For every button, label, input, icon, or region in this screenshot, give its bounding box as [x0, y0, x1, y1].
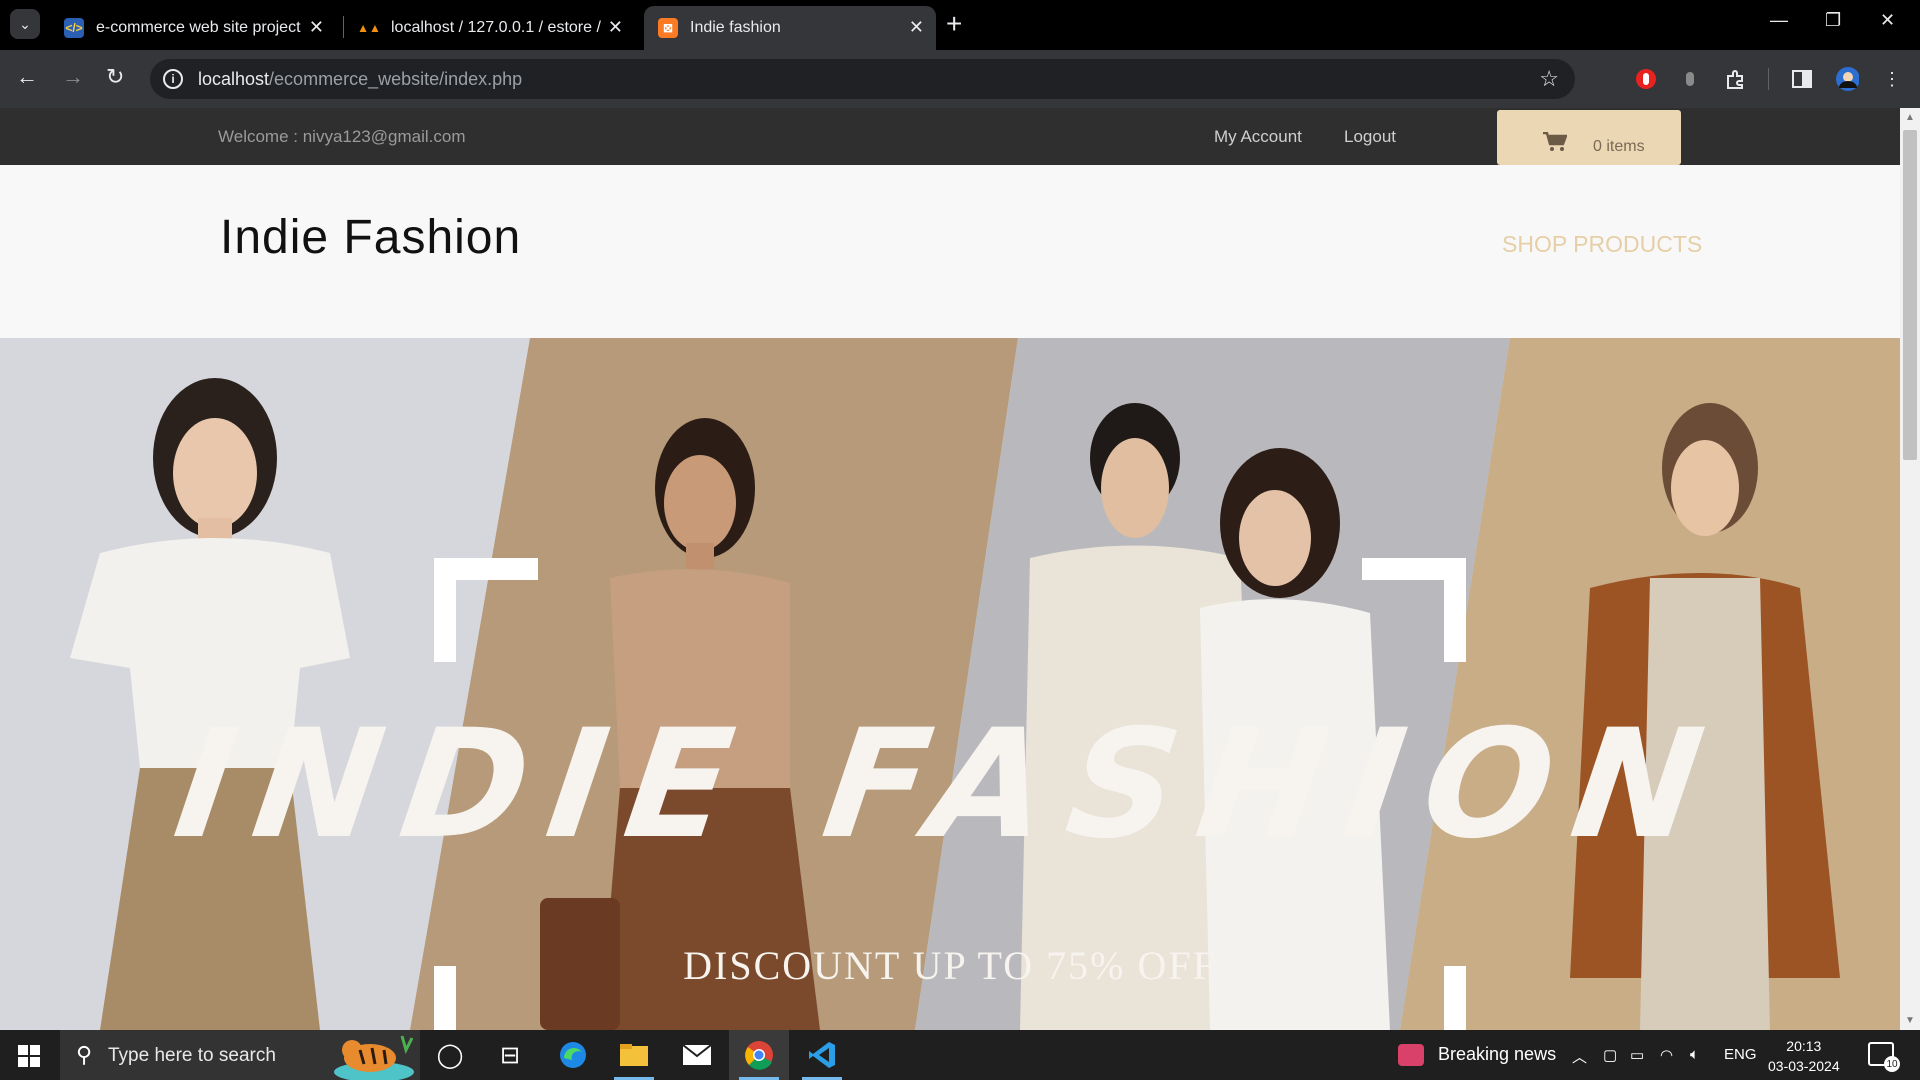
site-logo[interactable]: Indie Fashion	[220, 210, 521, 265]
file-code-icon: </>	[64, 18, 84, 38]
file-explorer-icon[interactable]	[604, 1030, 664, 1080]
tab-separator	[343, 16, 344, 38]
hero-banner: INDIE FASHION DISCOUNT UP TO 75% OFF	[0, 338, 1900, 1030]
logout-link[interactable]: Logout	[1344, 127, 1396, 147]
show-hidden-icons-chevron-icon[interactable]: ︿	[1572, 1046, 1587, 1067]
wifi-icon[interactable]: ◠	[1660, 1046, 1673, 1064]
new-tab-icon[interactable]: +	[946, 10, 962, 38]
clock-time: 20:13	[1786, 1038, 1822, 1054]
extension-red-hand-icon[interactable]	[1634, 67, 1658, 91]
news-widget-text[interactable]: Breaking news	[1438, 1044, 1556, 1065]
meet-now-icon[interactable]: ▢	[1603, 1046, 1617, 1064]
vscode-icon[interactable]	[792, 1030, 852, 1080]
extension-gray-icon[interactable]	[1678, 67, 1702, 91]
profile-avatar[interactable]	[1835, 67, 1859, 91]
tab-title: e-commerce web site project | F	[96, 19, 306, 36]
my-account-link[interactable]: My Account	[1214, 127, 1302, 147]
chrome-icon[interactable]	[729, 1030, 789, 1080]
bookmark-star-icon[interactable]: ☆	[1539, 66, 1559, 92]
search-placeholder: Type here to search	[108, 1045, 276, 1066]
reload-icon[interactable]: ↻	[106, 64, 124, 90]
hero-subtitle: DISCOUNT UP TO 75% OFF	[683, 943, 1217, 988]
mail-icon[interactable]	[667, 1030, 727, 1080]
toolbar-divider	[1768, 68, 1769, 90]
browser-tab-3[interactable]: ⊠ Indie fashion ✕	[644, 6, 936, 50]
volume-icon[interactable]: 🔈︎	[1690, 1046, 1699, 1063]
language-indicator[interactable]: ENG	[1724, 1046, 1757, 1063]
back-icon[interactable]: ←	[16, 64, 38, 90]
address-bar[interactable]: i localhost/ecommerce_website/index.php …	[150, 59, 1575, 99]
browser-tab-2[interactable]: ▲▲ localhost / 127.0.0.1 / estore / c ✕	[345, 6, 635, 50]
tab-search-chevron-icon[interactable]: ⌄	[10, 9, 40, 39]
browser-tab-bar: ⌄ </> e-commerce web site project | F ✕ …	[0, 0, 1920, 50]
scroll-up-arrow-icon[interactable]: ▲	[1905, 112, 1915, 123]
page-scrollbar[interactable]: ▲ ▼	[1900, 108, 1920, 1030]
close-tab-icon[interactable]: ✕	[909, 17, 924, 38]
cart-item-count: 0 items	[1593, 138, 1645, 155]
battery-icon[interactable]: ▭	[1630, 1046, 1644, 1064]
search-icon: ⚲	[76, 1042, 93, 1067]
close-tab-icon[interactable]: ✕	[608, 17, 623, 38]
news-widget-icon[interactable]	[1398, 1044, 1424, 1066]
windows-start-icon[interactable]	[18, 1045, 40, 1067]
edge-browser-icon[interactable]	[543, 1030, 603, 1080]
search-highlight-tiger-icon[interactable]	[330, 1032, 418, 1080]
frame-corner-top-right	[1444, 558, 1466, 662]
cart-icon	[1543, 132, 1567, 151]
task-view-icon[interactable]: ⊟	[480, 1030, 540, 1080]
web-page: Welcome : nivya123@gmail.com My Account …	[0, 108, 1900, 1030]
frame-corner-top-left	[434, 558, 456, 662]
clock-date: 03-03-2024	[1768, 1058, 1840, 1074]
tab-title: localhost / 127.0.0.1 / estore / c	[391, 19, 601, 36]
extensions-puzzle-icon[interactable]	[1724, 67, 1748, 91]
side-panel-icon[interactable]	[1790, 67, 1814, 91]
phpmyadmin-icon: ▲▲	[357, 21, 381, 35]
taskbar-clock[interactable]: 20:13 03-03-2024	[1768, 1036, 1840, 1076]
notification-count: 10	[1884, 1056, 1900, 1072]
url-text: localhost/ecommerce_website/index.php	[198, 68, 523, 89]
close-window-icon[interactable]: ✕	[1880, 10, 1895, 31]
site-info-icon[interactable]: i	[163, 69, 183, 89]
xampp-icon: ⊠	[658, 18, 678, 38]
cortana-icon[interactable]: ◯	[420, 1030, 480, 1080]
restore-icon[interactable]: ❐	[1825, 10, 1841, 31]
hero-background-image	[0, 338, 1900, 1030]
hero-title: INDIE FASHION	[165, 698, 1735, 872]
site-header: Indie Fashion SHOP PRODUCTS	[0, 165, 1900, 338]
tab-title: Indie fashion	[690, 19, 781, 36]
close-tab-icon[interactable]: ✕	[309, 17, 324, 38]
windows-taskbar: ⚲ Type here to search ◯ ⊟ Breaking news …	[0, 1030, 1920, 1080]
notifications-icon[interactable]: 10	[1868, 1042, 1900, 1072]
minimize-icon[interactable]: —	[1770, 10, 1788, 31]
forward-icon[interactable]: →	[62, 64, 84, 90]
welcome-text: Welcome : nivya123@gmail.com	[218, 127, 466, 146]
scrollbar-thumb[interactable]	[1903, 130, 1917, 460]
browser-menu-icon[interactable]: ⋮	[1880, 67, 1904, 91]
scroll-down-arrow-icon[interactable]: ▼	[1905, 1015, 1915, 1026]
shop-products-link[interactable]: SHOP PRODUCTS	[1502, 231, 1702, 258]
browser-tab-1[interactable]: </> e-commerce web site project | F ✕	[50, 6, 336, 50]
site-top-bar: Welcome : nivya123@gmail.com My Account …	[0, 108, 1900, 165]
browser-toolbar: ← → ↻ i localhost/ecommerce_website/inde…	[0, 50, 1920, 108]
cart-button[interactable]: 0 items	[1497, 110, 1681, 165]
